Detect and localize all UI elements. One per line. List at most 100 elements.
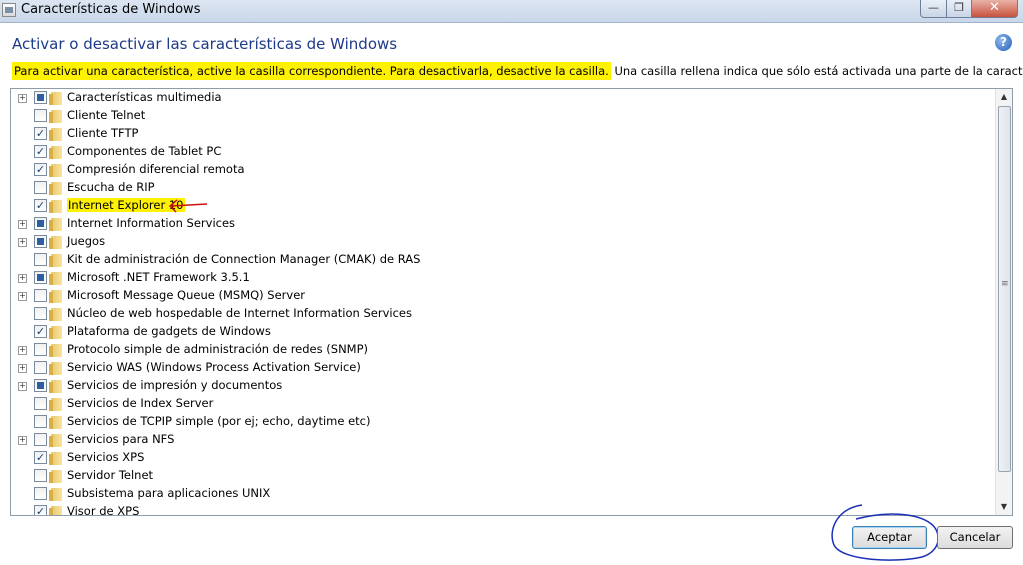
folder-icon <box>49 416 62 429</box>
expand-plus-icon[interactable]: + <box>18 346 27 355</box>
feature-checkbox[interactable]: ✓ <box>34 451 47 464</box>
feature-checkbox[interactable] <box>34 379 47 392</box>
scroll-down-arrow-icon[interactable]: ▼ <box>996 499 1012 515</box>
feature-label: Subsistema para aplicaciones UNIX <box>67 486 271 500</box>
feature-checkbox[interactable] <box>34 181 47 194</box>
instructions-rest: Una casilla rellena indica que sólo está… <box>610 64 1023 78</box>
feature-row[interactable]: Escucha de RIP <box>11 179 996 197</box>
feature-checkbox[interactable] <box>34 217 47 230</box>
feature-checkbox[interactable] <box>34 91 47 104</box>
feature-label: Núcleo de web hospedable de Internet Inf… <box>67 306 412 320</box>
expand-plus-icon[interactable]: + <box>18 292 27 301</box>
folder-icon <box>49 344 62 357</box>
minimize-button[interactable]: — <box>920 0 947 18</box>
feature-checkbox[interactable] <box>34 361 47 374</box>
feature-checkbox[interactable]: ✓ <box>34 325 47 338</box>
vertical-scrollbar[interactable]: ▲ ≡ ▼ <box>995 89 1012 515</box>
expand-plus-icon[interactable]: + <box>18 94 27 103</box>
feature-checkbox[interactable] <box>34 433 47 446</box>
feature-checkbox[interactable] <box>34 415 47 428</box>
feature-label: Internet Information Services <box>67 216 236 230</box>
maximize-button[interactable]: ❐ <box>946 0 972 18</box>
folder-icon <box>49 92 62 105</box>
folder-icon <box>49 182 62 195</box>
folder-icon <box>49 200 62 213</box>
feature-row[interactable]: ✓ Plataforma de gadgets de Windows <box>11 323 996 341</box>
features-tree[interactable]: ▲ ≡ ▼ + Características multimedia Cliente… <box>10 88 1013 516</box>
expand-plus-icon[interactable]: + <box>18 238 27 247</box>
accept-button[interactable]: Aceptar <box>852 526 927 549</box>
feature-row[interactable]: ✓ Cliente TFTP <box>11 125 996 143</box>
feature-checkbox[interactable] <box>34 343 47 356</box>
folder-icon <box>49 434 62 447</box>
feature-label: Microsoft Message Queue (MSMQ) Server <box>67 288 306 302</box>
feature-label: Escucha de RIP <box>67 180 155 194</box>
feature-row[interactable]: + Protocolo simple de administración de r… <box>11 341 996 359</box>
feature-row[interactable]: + Servicios de impresión y documentos <box>11 377 996 395</box>
feature-label: Características multimedia <box>67 90 222 104</box>
feature-row[interactable]: + Microsoft .NET Framework 3.5.1 <box>11 269 996 287</box>
feature-label: Componentes de Tablet PC <box>67 144 222 158</box>
feature-row[interactable]: ✓ Compresión diferencial remota <box>11 161 996 179</box>
feature-row[interactable]: ✓ Servicios XPS <box>11 449 996 467</box>
expand-plus-icon[interactable]: + <box>18 382 27 391</box>
feature-checkbox[interactable] <box>34 469 47 482</box>
feature-label: Servicios para NFS <box>67 432 175 446</box>
folder-icon <box>49 272 62 285</box>
feature-checkbox[interactable] <box>34 235 47 248</box>
feature-row[interactable]: Núcleo de web hospedable de Internet Inf… <box>11 305 996 323</box>
close-button[interactable]: ✕ <box>971 0 1018 18</box>
feature-row[interactable]: + Juegos <box>11 233 996 251</box>
feature-row[interactable]: + Microsoft Message Queue (MSMQ) Server <box>11 287 996 305</box>
feature-row[interactable]: ✓ Componentes de Tablet PC <box>11 143 996 161</box>
feature-label: Servicios de TCPIP simple (por ej; echo,… <box>67 414 371 428</box>
feature-checkbox[interactable] <box>34 109 47 122</box>
expand-plus-icon[interactable]: + <box>18 364 27 373</box>
feature-row[interactable]: Servicios de Index Server <box>11 395 996 413</box>
scrollbar-thumb[interactable]: ≡ <box>998 106 1011 472</box>
folder-icon <box>49 290 62 303</box>
feature-row[interactable]: + Internet Information Services <box>11 215 996 233</box>
feature-row[interactable]: + Características multimedia <box>11 89 996 107</box>
feature-label: Compresión diferencial remota <box>67 162 245 176</box>
expand-plus-icon[interactable]: + <box>18 220 27 229</box>
feature-label: Servicios XPS <box>67 450 145 464</box>
folder-icon <box>49 164 62 177</box>
feature-checkbox[interactable] <box>34 487 47 500</box>
title-bar: Características de Windows — ❐ ✕ <box>0 0 1023 23</box>
expand-plus-icon[interactable]: + <box>18 436 27 445</box>
feature-row[interactable]: Cliente Telnet <box>11 107 996 125</box>
feature-checkbox[interactable] <box>34 289 47 302</box>
feature-label: Servicio WAS (Windows Process Activation… <box>67 360 361 374</box>
feature-label: Cliente TFTP <box>67 126 139 140</box>
feature-checkbox[interactable] <box>34 253 47 266</box>
folder-icon <box>49 452 62 465</box>
window-title: Características de Windows <box>21 2 201 17</box>
instructions-highlighted: Para activar una característica, active … <box>12 62 611 80</box>
folder-icon <box>49 254 62 267</box>
feature-checkbox[interactable]: ✓ <box>34 199 47 212</box>
feature-label: Cliente Telnet <box>67 108 146 122</box>
scroll-up-arrow-icon[interactable]: ▲ <box>996 89 1012 105</box>
scrollbar-grip-icon: ≡ <box>1001 279 1009 289</box>
feature-checkbox[interactable]: ✓ <box>34 163 47 176</box>
feature-checkbox[interactable] <box>34 307 47 320</box>
window-app-icon <box>2 3 16 17</box>
expand-plus-icon[interactable]: + <box>18 274 27 283</box>
feature-row[interactable]: Servidor Telnet <box>11 467 996 485</box>
feature-row[interactable]: Kit de administración de Connection Mana… <box>11 251 996 269</box>
feature-checkbox[interactable]: ✓ <box>34 127 47 140</box>
feature-row[interactable]: + Servicios para NFS <box>11 431 996 449</box>
feature-row[interactable]: ✓ Internet Explorer 10 <box>11 197 996 215</box>
folder-icon <box>49 110 62 123</box>
feature-checkbox[interactable] <box>34 397 47 410</box>
feature-checkbox[interactable]: ✓ <box>34 505 47 515</box>
feature-row[interactable]: + Servicio WAS (Windows Process Activatio… <box>11 359 996 377</box>
feature-checkbox[interactable] <box>34 271 47 284</box>
feature-checkbox[interactable]: ✓ <box>34 145 47 158</box>
folder-icon <box>49 506 62 515</box>
cancel-button[interactable]: Cancelar <box>937 526 1013 549</box>
folder-icon <box>49 470 62 483</box>
help-icon[interactable]: ? <box>995 34 1012 51</box>
feature-row[interactable]: Servicios de TCPIP simple (por ej; echo,… <box>11 413 996 431</box>
